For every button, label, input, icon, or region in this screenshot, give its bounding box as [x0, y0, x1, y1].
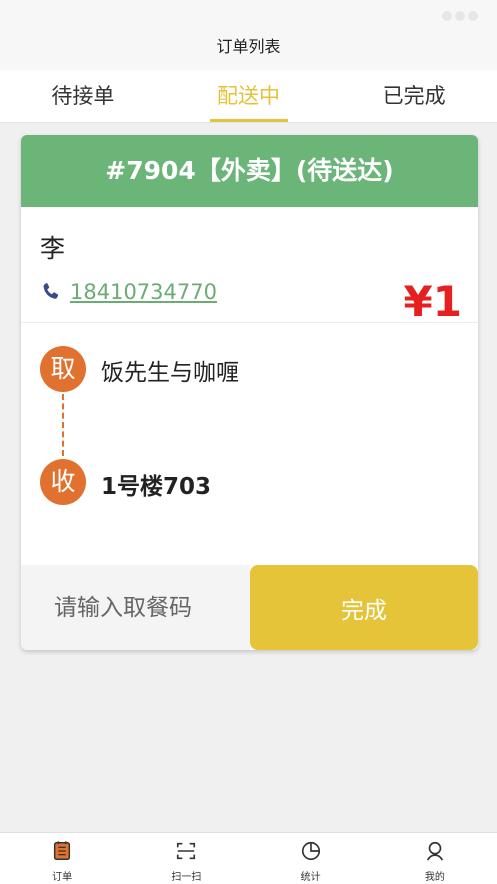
complete-button[interactable]: 完成: [250, 565, 478, 650]
status-bar: [0, 0, 497, 28]
route-line: [62, 394, 64, 456]
orders-icon: [54, 841, 71, 860]
customer-section: 李 18410734770 ¥1: [21, 207, 478, 326]
nav-stats[interactable]: 统计: [249, 833, 373, 884]
pickup-badge: 取: [40, 346, 86, 392]
profile-icon: [426, 841, 443, 861]
scan-icon: [177, 842, 196, 860]
nav-profile[interactable]: 我的: [373, 833, 497, 884]
phone-number[interactable]: 18410734770: [70, 280, 217, 304]
phone-row[interactable]: 18410734770: [40, 280, 217, 304]
tab-pending[interactable]: 待接单: [0, 70, 166, 122]
tab-delivering[interactable]: 配送中: [166, 70, 332, 122]
nav-stats-label: 统计: [300, 872, 321, 883]
pickup-code-input[interactable]: [21, 565, 250, 650]
tab-completed[interactable]: 已完成: [331, 70, 497, 122]
phone-icon: [43, 283, 59, 299]
order-price: ¥1: [403, 277, 462, 326]
dropoff-location: 1号楼703: [101, 474, 212, 500]
nav-scan-label: 扫一扫: [171, 872, 202, 883]
order-title: #7904【外卖】(待送达): [21, 135, 478, 207]
nav-scan[interactable]: 扫一扫: [124, 833, 248, 884]
bottom-nav: 订单 扫一扫 统计 我的: [0, 832, 497, 884]
customer-name: 李: [40, 234, 66, 263]
dropoff-badge: 收: [40, 459, 86, 505]
stats-icon: [301, 841, 320, 861]
pickup-location: 饭先生与咖喱: [101, 360, 239, 386]
order-tabs: 待接单 配送中 已完成: [0, 70, 497, 123]
nav-orders-label: 订单: [52, 872, 73, 883]
status-icons: [439, 6, 479, 21]
order-actions: 完成: [21, 565, 478, 650]
page-title: 订单列表: [0, 28, 497, 70]
order-card: #7904【外卖】(待送达) 李 18410734770 ¥1 取 饭先生与咖喱…: [21, 135, 478, 650]
nav-profile-label: 我的: [424, 872, 445, 883]
nav-orders[interactable]: 订单: [0, 833, 124, 884]
